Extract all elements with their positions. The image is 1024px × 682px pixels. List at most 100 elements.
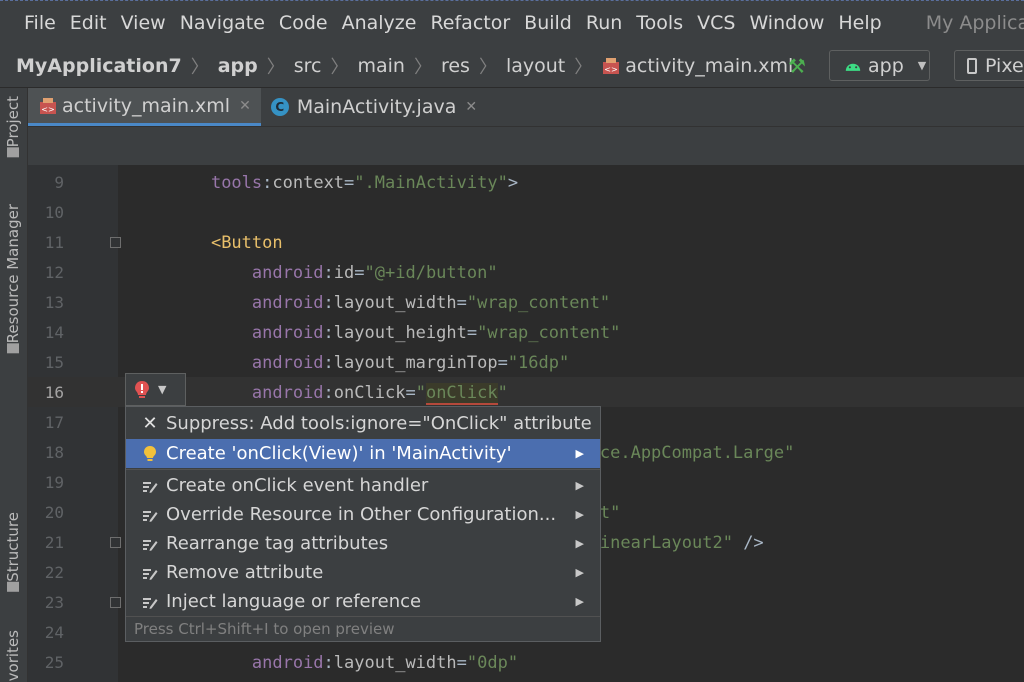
menu-refactor[interactable]: Refactor bbox=[430, 12, 510, 34]
code-line[interactable]: 9 tools:context=".MainActivity"> bbox=[28, 168, 1024, 198]
breadcrumb-module[interactable]: app bbox=[218, 55, 258, 77]
run-config-label: app bbox=[868, 54, 904, 77]
line-number: 11 bbox=[44, 233, 64, 252]
menu-bar: File Edit View Navigate Code Analyze Ref… bbox=[0, 0, 1024, 44]
intention-action-item[interactable]: Create 'onClick(View)' in 'MainActivity'… bbox=[126, 439, 600, 468]
breadcrumb-res[interactable]: res bbox=[441, 55, 470, 77]
chevron-right-icon: 〉 bbox=[413, 56, 432, 78]
breadcrumb-project[interactable]: MyApplication7 bbox=[16, 55, 182, 77]
breadcrumb-layout[interactable]: layout bbox=[506, 55, 565, 77]
editor-breadcrumb-bar bbox=[28, 126, 1024, 165]
intention-action-label: Inject language or reference bbox=[166, 591, 422, 612]
breadcrumb-main[interactable]: main bbox=[357, 55, 404, 77]
preview-hint: Press Ctrl+Shift+I to open preview bbox=[126, 616, 600, 641]
editor-tab-bar: <> activity_main.xml ✕ C MainActivity.ja… bbox=[28, 88, 1024, 126]
menu-file[interactable]: File bbox=[24, 12, 56, 34]
line-number: 24 bbox=[44, 623, 64, 642]
close-icon[interactable]: ✕ bbox=[465, 99, 477, 115]
menu-edit[interactable]: Edit bbox=[70, 12, 107, 34]
submenu-arrow-icon: ▶ bbox=[575, 537, 584, 550]
intention-action-item[interactable]: Override Resource in Other Configuration… bbox=[126, 500, 600, 529]
line-number: 21 bbox=[44, 533, 64, 552]
code-text: <Button bbox=[210, 233, 283, 253]
menu-analyze[interactable]: Analyze bbox=[342, 12, 417, 34]
line-number: 9 bbox=[54, 173, 64, 192]
line-number: 25 bbox=[44, 653, 64, 672]
intention-action-label: Create 'onClick(View)' in 'MainActivity' bbox=[166, 443, 512, 464]
menu-tools[interactable]: Tools bbox=[636, 12, 683, 34]
tab-main-activity-java[interactable]: C MainActivity.java ✕ bbox=[261, 88, 487, 126]
menu-help[interactable]: Help bbox=[838, 12, 881, 34]
line-number: 22 bbox=[44, 563, 64, 582]
submenu-arrow-icon: ▶ bbox=[575, 447, 584, 460]
code-line[interactable]: 11 <Button bbox=[28, 228, 1024, 258]
chevron-right-icon: 〉 bbox=[478, 56, 497, 78]
intention-action-label: Override Resource in Other Configuration… bbox=[166, 504, 557, 525]
device-label: Pixe bbox=[985, 54, 1024, 77]
edit-icon bbox=[138, 595, 162, 609]
breadcrumb-src[interactable]: src bbox=[294, 55, 322, 77]
intention-action-item[interactable]: Remove attribute ▶ bbox=[126, 558, 600, 587]
java-class-icon: C bbox=[270, 98, 289, 116]
tool-window-favorites[interactable]: vorites bbox=[3, 630, 23, 681]
tool-window-structure-label: Structure bbox=[4, 512, 22, 582]
tool-window-project-label: Project bbox=[4, 96, 22, 148]
folder-icon bbox=[7, 147, 19, 158]
tool-window-structure[interactable]: Structure bbox=[3, 512, 23, 598]
intention-action-item[interactable]: Inject language or reference ▶ bbox=[126, 587, 600, 616]
caret-down-icon: ▼ bbox=[917, 59, 927, 72]
svg-text:<>: <> bbox=[41, 105, 54, 114]
error-bulb-icon bbox=[135, 380, 149, 398]
android-app-icon bbox=[845, 63, 861, 71]
intention-action-item[interactable]: Rearrange tag attributes ▶ bbox=[126, 529, 600, 558]
tool-window-project[interactable]: Project bbox=[3, 96, 23, 163]
code-text: android:id="@+id/button" bbox=[251, 263, 498, 283]
menu-navigate[interactable]: Navigate bbox=[180, 12, 265, 34]
tab-label: activity_main.xml bbox=[62, 94, 231, 117]
line-number: 23 bbox=[44, 593, 64, 612]
intention-action-item[interactable]: ✕ Suppress: Add tools:ignore="OnClick" at… bbox=[126, 409, 600, 438]
line-number: 17 bbox=[44, 413, 64, 432]
fold-marker-icon[interactable] bbox=[110, 537, 121, 548]
menu-build[interactable]: Build bbox=[524, 12, 572, 34]
build-hammer-icon[interactable]: ⚒ bbox=[788, 54, 806, 78]
fold-marker-icon[interactable] bbox=[110, 237, 121, 248]
line-number: 13 bbox=[44, 293, 64, 312]
intention-action-item[interactable]: Create onClick event handler ▶ bbox=[126, 471, 600, 500]
tool-window-resource-manager-label: Resource Manager bbox=[4, 204, 22, 344]
menu-run[interactable]: Run bbox=[586, 12, 622, 34]
menu-view[interactable]: View bbox=[121, 12, 166, 34]
line-number: 10 bbox=[44, 203, 64, 222]
code-line[interactable]: 10 bbox=[28, 198, 1024, 228]
fold-marker-icon[interactable] bbox=[110, 597, 121, 608]
code-line[interactable]: 12 android:id="@+id/button" bbox=[28, 258, 1024, 288]
code-text: android:layout_width="0dp" bbox=[251, 653, 519, 673]
edit-icon bbox=[138, 479, 162, 493]
device-selector[interactable]: Pixe bbox=[954, 50, 1024, 81]
line-number: 14 bbox=[44, 323, 64, 342]
phone-icon bbox=[967, 57, 977, 74]
code-line[interactable]: 25 android:layout_width="0dp" bbox=[28, 648, 1024, 678]
line-number: 20 bbox=[44, 503, 64, 522]
chevron-right-icon: 〉 bbox=[574, 56, 593, 78]
line-number: 18 bbox=[44, 443, 64, 462]
code-line[interactable]: 13 android:layout_width="wrap_content" bbox=[28, 288, 1024, 318]
menu-vcs[interactable]: VCS bbox=[697, 12, 735, 34]
intention-bulb-button[interactable]: ▼ bbox=[125, 373, 186, 406]
tab-label: MainActivity.java bbox=[296, 96, 457, 118]
menu-window[interactable]: Window bbox=[749, 12, 824, 34]
close-icon[interactable]: ✕ bbox=[239, 98, 251, 114]
tool-window-resource-manager[interactable]: Resource Manager bbox=[3, 204, 23, 359]
tab-activity-main-xml[interactable]: <> activity_main.xml ✕ bbox=[28, 88, 261, 126]
tool-window-favorites-label: vorites bbox=[4, 630, 22, 682]
code-line[interactable]: 14 android:layout_height="wrap_content" bbox=[28, 318, 1024, 348]
intention-actions-popup: Press Ctrl+Shift+I to open preview ✕ Supp… bbox=[125, 406, 601, 642]
chevron-right-icon: 〉 bbox=[190, 56, 209, 78]
code-text: tools:context=".MainActivity"> bbox=[210, 173, 519, 193]
structure-icon bbox=[7, 581, 19, 592]
line-number: 19 bbox=[44, 473, 64, 492]
breadcrumb-file[interactable]: activity_main.xml bbox=[625, 55, 793, 77]
menu-code[interactable]: Code bbox=[279, 12, 328, 34]
window-title: My Applica bbox=[925, 11, 1024, 34]
run-configuration-selector[interactable]: app ▼ bbox=[829, 50, 930, 81]
